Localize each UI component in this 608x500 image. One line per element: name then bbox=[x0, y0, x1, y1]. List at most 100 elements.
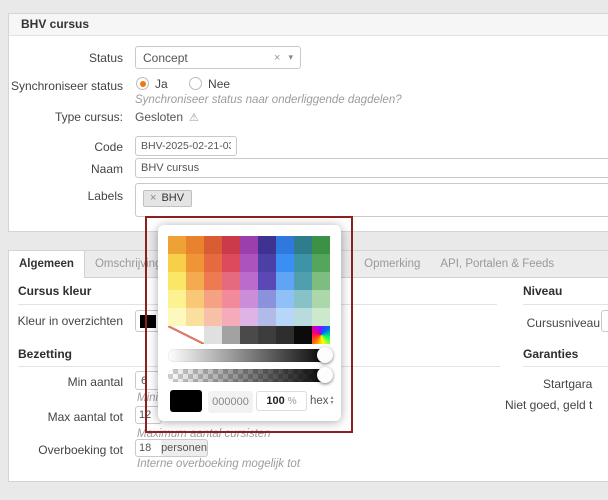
shade-slider[interactable] bbox=[168, 347, 333, 363]
palette-color-cell[interactable] bbox=[276, 326, 294, 344]
palette-color-cell[interactable] bbox=[186, 236, 204, 254]
palette-color-cell[interactable] bbox=[294, 272, 312, 290]
palette-color-cell[interactable] bbox=[276, 308, 294, 326]
palette-color-cell[interactable] bbox=[258, 308, 276, 326]
tab-api-portalen-feeds[interactable]: API, Portalen & Feeds bbox=[430, 251, 564, 277]
palette-color-cell[interactable] bbox=[204, 326, 222, 344]
palette-color-cell[interactable] bbox=[240, 236, 258, 254]
palette-color-cell[interactable] bbox=[312, 308, 330, 326]
palette-color-cell[interactable] bbox=[312, 236, 330, 254]
section-niveau: Niveau bbox=[523, 284, 608, 305]
overboeking-input[interactable] bbox=[135, 439, 162, 457]
sync-helper-text: Synchroniseer status naar onderliggende … bbox=[135, 94, 402, 106]
radio-ja-label[interactable]: Ja bbox=[155, 77, 168, 91]
palette-color-cell[interactable] bbox=[168, 236, 186, 254]
palette-color-cell[interactable] bbox=[240, 272, 258, 290]
warning-icon: ⚠ bbox=[189, 112, 199, 124]
palette-color-cell[interactable] bbox=[258, 272, 276, 290]
palette-color-cell[interactable] bbox=[294, 308, 312, 326]
sync-radio-group: Ja Nee bbox=[136, 77, 230, 91]
opacity-slider-handle[interactable] bbox=[317, 367, 333, 383]
palette-color-cell[interactable] bbox=[222, 326, 240, 344]
opacity-value-box[interactable]: 100 % bbox=[256, 391, 307, 411]
palette-color-cell[interactable] bbox=[294, 236, 312, 254]
palette-color-cell[interactable] bbox=[186, 272, 204, 290]
format-label: hex bbox=[310, 395, 329, 407]
cursusniveau-input[interactable] bbox=[601, 310, 608, 332]
labels-input[interactable]: × BHV bbox=[135, 183, 608, 217]
radio-ja[interactable] bbox=[136, 77, 149, 90]
palette-color-cell[interactable] bbox=[312, 272, 330, 290]
palette-color-cell[interactable] bbox=[276, 272, 294, 290]
palette-color-cell[interactable] bbox=[204, 236, 222, 254]
overboeking-helper: Interne overboeking mogelijk tot bbox=[137, 458, 301, 470]
current-color-swatch bbox=[140, 315, 156, 328]
kleur-in-overzichten-label: Kleur in overzichten bbox=[17, 314, 123, 328]
code-input[interactable] bbox=[135, 136, 237, 156]
palette-color-cell[interactable] bbox=[258, 290, 276, 308]
transparent-color-cell[interactable] bbox=[168, 326, 204, 344]
palette-color-cell[interactable] bbox=[186, 308, 204, 326]
palette-color-cell[interactable] bbox=[168, 290, 186, 308]
palette-color-cell[interactable] bbox=[204, 272, 222, 290]
palette-color-cell[interactable] bbox=[204, 290, 222, 308]
startgarantie-label: Startgara bbox=[543, 377, 593, 391]
color-picker-popup: 100 % hex ▴ ▾ bbox=[158, 225, 341, 421]
cursusniveau-label: Cursusniveau bbox=[526, 316, 600, 330]
labels-label: Labels bbox=[87, 189, 123, 203]
sync-status-label: Synchroniseer status bbox=[10, 79, 123, 93]
palette-color-cell[interactable] bbox=[240, 308, 258, 326]
palette-color-cell[interactable] bbox=[258, 236, 276, 254]
max-aantal-label: Max aantal tot bbox=[47, 410, 123, 424]
radio-nee-label[interactable]: Nee bbox=[208, 77, 230, 91]
color-preview-swatch bbox=[170, 390, 202, 412]
code-label: Code bbox=[94, 140, 123, 154]
palette-grid bbox=[168, 236, 330, 344]
clear-icon[interactable]: × bbox=[274, 52, 280, 64]
palette-color-cell[interactable] bbox=[240, 254, 258, 272]
rainbow-color-cell[interactable] bbox=[312, 326, 330, 344]
palette-color-cell[interactable] bbox=[276, 290, 294, 308]
opacity-slider[interactable] bbox=[168, 367, 333, 383]
label-tag: × BHV bbox=[143, 190, 193, 207]
palette-color-cell[interactable] bbox=[222, 290, 240, 308]
palette-color-cell[interactable] bbox=[294, 326, 312, 344]
format-spinner[interactable]: ▴ ▾ bbox=[331, 395, 334, 406]
status-select[interactable]: Concept × ▾ bbox=[135, 46, 301, 69]
hex-value-input[interactable] bbox=[208, 391, 253, 413]
section-garanties: Garanties bbox=[523, 347, 608, 367]
palette-color-cell[interactable] bbox=[240, 290, 258, 308]
status-select-value: Concept bbox=[143, 50, 188, 65]
spinner-down-icon[interactable]: ▾ bbox=[331, 400, 334, 406]
radio-nee[interactable] bbox=[189, 77, 203, 90]
palette-color-cell[interactable] bbox=[276, 254, 294, 272]
niet-goed-geld-terug-label: Niet goed, geld t bbox=[505, 398, 593, 412]
palette-color-cell[interactable] bbox=[294, 290, 312, 308]
palette-color-cell[interactable] bbox=[222, 308, 240, 326]
palette-color-cell[interactable] bbox=[186, 254, 204, 272]
palette-color-cell[interactable] bbox=[294, 254, 312, 272]
opacity-unit: % bbox=[287, 395, 297, 407]
tab-opmerking[interactable]: Opmerking bbox=[354, 251, 430, 277]
palette-color-cell[interactable] bbox=[276, 236, 294, 254]
naam-input[interactable] bbox=[135, 158, 608, 178]
palette-color-cell[interactable] bbox=[168, 272, 186, 290]
palette-color-cell[interactable] bbox=[186, 290, 204, 308]
palette-color-cell[interactable] bbox=[222, 272, 240, 290]
palette-color-cell[interactable] bbox=[240, 326, 258, 344]
tag-remove-icon[interactable]: × bbox=[150, 192, 156, 204]
palette-color-cell[interactable] bbox=[222, 236, 240, 254]
format-switcher[interactable]: hex ▴ ▾ bbox=[310, 391, 334, 411]
type-cursus-label: Type cursus: bbox=[54, 110, 123, 124]
palette-color-cell[interactable] bbox=[222, 254, 240, 272]
palette-color-cell[interactable] bbox=[204, 308, 222, 326]
palette-color-cell[interactable] bbox=[204, 254, 222, 272]
palette-color-cell[interactable] bbox=[312, 254, 330, 272]
palette-color-cell[interactable] bbox=[258, 254, 276, 272]
palette-color-cell[interactable] bbox=[168, 254, 186, 272]
palette-color-cell[interactable] bbox=[312, 290, 330, 308]
palette-color-cell[interactable] bbox=[258, 326, 276, 344]
tab-algemeen[interactable]: Algemeen bbox=[9, 251, 85, 278]
shade-slider-handle[interactable] bbox=[317, 347, 333, 363]
palette-color-cell[interactable] bbox=[168, 308, 186, 326]
